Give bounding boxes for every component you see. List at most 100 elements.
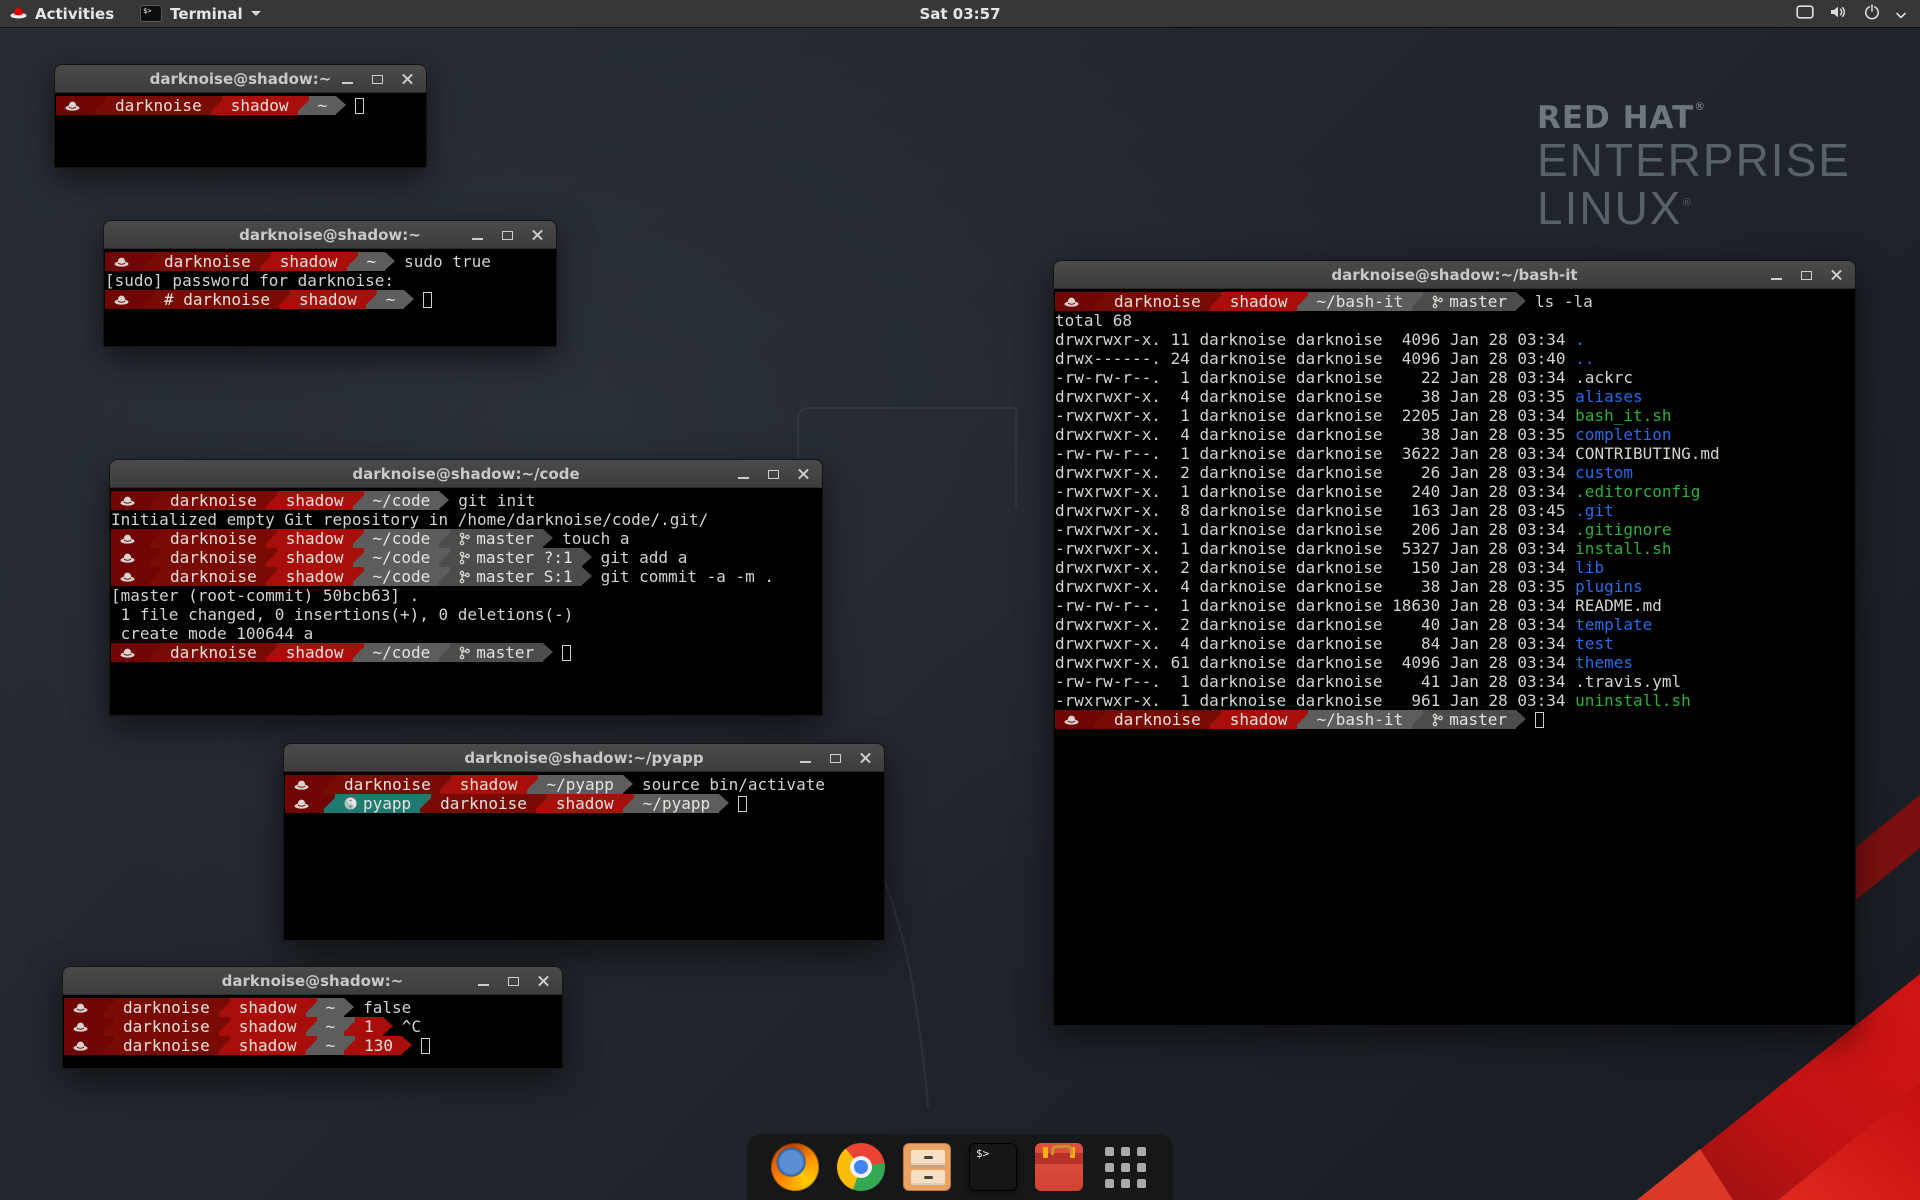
file-name: bash_it.sh <box>1575 406 1671 425</box>
close-button[interactable] <box>537 975 550 988</box>
powerline-separator <box>1412 292 1423 311</box>
terminal-cursor <box>421 1038 430 1054</box>
terminal-content[interactable]: darknoiseshadow~/codegit initInitialized… <box>110 488 822 662</box>
maximize-button[interactable] <box>1800 269 1813 282</box>
caret-down-icon[interactable] <box>1896 5 1906 23</box>
activities-button[interactable]: Activities <box>10 5 114 23</box>
file-name: template <box>1575 615 1652 634</box>
powerline-separator <box>266 529 277 548</box>
title-bar[interactable]: darknoise@shadow:~ <box>63 967 562 995</box>
powerline-segment: darknoise <box>106 96 211 115</box>
terminal-content[interactable]: darknoiseshadow~/bash-itmasterls -latota… <box>1054 289 1855 729</box>
ls-row: drwxrwxr-x. 2 darknoise darknoise 40 Jan… <box>1055 615 1853 634</box>
powerline-arrow <box>719 794 729 812</box>
close-button[interactable] <box>859 752 872 765</box>
powerline-separator <box>439 567 450 586</box>
hat-icon <box>73 1021 88 1032</box>
display-icon[interactable] <box>1796 5 1814 23</box>
firefox-icon[interactable] <box>771 1143 819 1191</box>
minimize-button[interactable] <box>471 229 484 242</box>
file-name: install.sh <box>1575 539 1671 558</box>
powerline-segment <box>105 290 144 309</box>
command-text: touch a <box>562 529 629 548</box>
terminal-cursor <box>738 796 747 812</box>
powerline-separator <box>347 252 358 271</box>
powerline-segment <box>64 1017 103 1036</box>
file-name: .editorconfig <box>1575 482 1700 501</box>
close-button[interactable] <box>1830 269 1843 282</box>
toolbox-icon[interactable] <box>1035 1143 1083 1191</box>
powerline-segment: shadow <box>230 1036 306 1055</box>
rhel-wallpaper-logo: RED HAT® ENTERPRISE LINUX® <box>1537 100 1851 233</box>
minimize-button[interactable] <box>737 468 750 481</box>
maximize-button[interactable] <box>829 752 842 765</box>
ls-row: -rwxrwxr-x. 1 darknoise darknoise 240 Ja… <box>1055 482 1853 501</box>
files-icon[interactable] <box>903 1143 951 1191</box>
brand-red-hat: RED HAT® <box>1537 100 1851 136</box>
minimize-button[interactable] <box>1770 269 1783 282</box>
terminal-content[interactable]: darknoiseshadow~ <box>55 93 426 115</box>
title-bar[interactable]: darknoise@shadow:~/pyapp <box>284 744 884 772</box>
powerline-separator <box>420 794 431 813</box>
maximize-button[interactable] <box>507 975 520 988</box>
app-grid-icon[interactable] <box>1101 1143 1149 1191</box>
maximize-button[interactable] <box>767 468 780 481</box>
powerline-separator <box>103 1036 114 1055</box>
hat-icon <box>120 647 135 658</box>
terminal-content[interactable]: darknoiseshadow~falsedarknoiseshadow~1^C… <box>63 995 562 1055</box>
output-line: 1 file changed, 0 insertions(+), 0 delet… <box>111 605 820 624</box>
close-button[interactable] <box>797 468 810 481</box>
file-name: custom <box>1575 463 1633 482</box>
terminal-cursor <box>562 645 571 661</box>
powerline-segment: master <box>450 643 543 662</box>
terminal-window-home-2: darknoise@shadow:~ darknoiseshadow~false… <box>62 966 563 1069</box>
minimize-button[interactable] <box>477 975 490 988</box>
powerline-separator <box>344 1036 355 1055</box>
power-icon[interactable] <box>1864 4 1880 24</box>
powerline-arrow <box>543 643 553 661</box>
powerline-separator <box>266 567 277 586</box>
powerline-segment: shadow <box>230 998 306 1017</box>
close-button[interactable] <box>531 229 544 242</box>
terminal-content[interactable]: darknoiseshadow~sudo true[sudo] password… <box>104 249 556 309</box>
powerline-separator <box>219 1017 230 1036</box>
close-button[interactable] <box>401 73 414 86</box>
powerline-separator <box>266 643 277 662</box>
title-bar[interactable]: darknoise@shadow:~ <box>104 221 556 249</box>
powerline-separator <box>1412 710 1423 729</box>
minimize-button[interactable] <box>341 73 354 86</box>
prompt-line: darknoiseshadow~/codemaster <box>111 643 820 662</box>
powerline-arrow <box>1516 292 1526 310</box>
branch-icon <box>459 551 470 565</box>
powerline-segment: master <box>450 529 543 548</box>
maximize-button[interactable] <box>501 229 514 242</box>
volume-icon[interactable] <box>1830 5 1848 23</box>
maximize-button[interactable] <box>371 73 384 86</box>
powerline-segment: darknoise <box>161 491 266 510</box>
terminal-icon[interactable]: $> <box>969 1143 1017 1191</box>
window-title: darknoise@shadow:~/pyapp <box>464 749 703 767</box>
powerline-segment: darknoise <box>161 643 266 662</box>
app-menu[interactable]: $> Terminal <box>140 5 261 23</box>
powerline-arrow <box>385 252 395 270</box>
prompt-line: # darknoiseshadow~ <box>105 290 554 309</box>
powerline-segment <box>1055 710 1094 729</box>
minimize-button[interactable] <box>799 752 812 765</box>
ls-row: drwxrwxr-x. 4 darknoise darknoise 84 Jan… <box>1055 634 1853 653</box>
title-bar[interactable]: darknoise@shadow:~/bash-it <box>1054 261 1855 289</box>
drawer-handle <box>924 1156 933 1159</box>
terminal-cursor <box>355 98 364 114</box>
ls-row: drwxrwxr-x. 4 darknoise darknoise 38 Jan… <box>1055 387 1853 406</box>
prompt-line: darknoiseshadow~false <box>64 998 560 1017</box>
title-bar[interactable]: darknoise@shadow:~ <box>55 65 426 93</box>
chrome-icon[interactable] <box>837 1143 885 1191</box>
title-bar[interactable]: darknoise@shadow:~/code <box>110 460 822 488</box>
command-text: git commit -a -m . <box>601 567 774 586</box>
powerline-separator <box>260 252 271 271</box>
powerline-segment: 130 <box>355 1036 402 1055</box>
grid-dot <box>1105 1179 1114 1188</box>
clock[interactable]: Sat 03:57 <box>919 5 1000 23</box>
powerline-separator <box>266 491 277 510</box>
output-line: [master (root-commit) 50bcb63] . <box>111 586 820 605</box>
terminal-content[interactable]: darknoiseshadow~/pyappsource bin/activat… <box>284 772 884 813</box>
